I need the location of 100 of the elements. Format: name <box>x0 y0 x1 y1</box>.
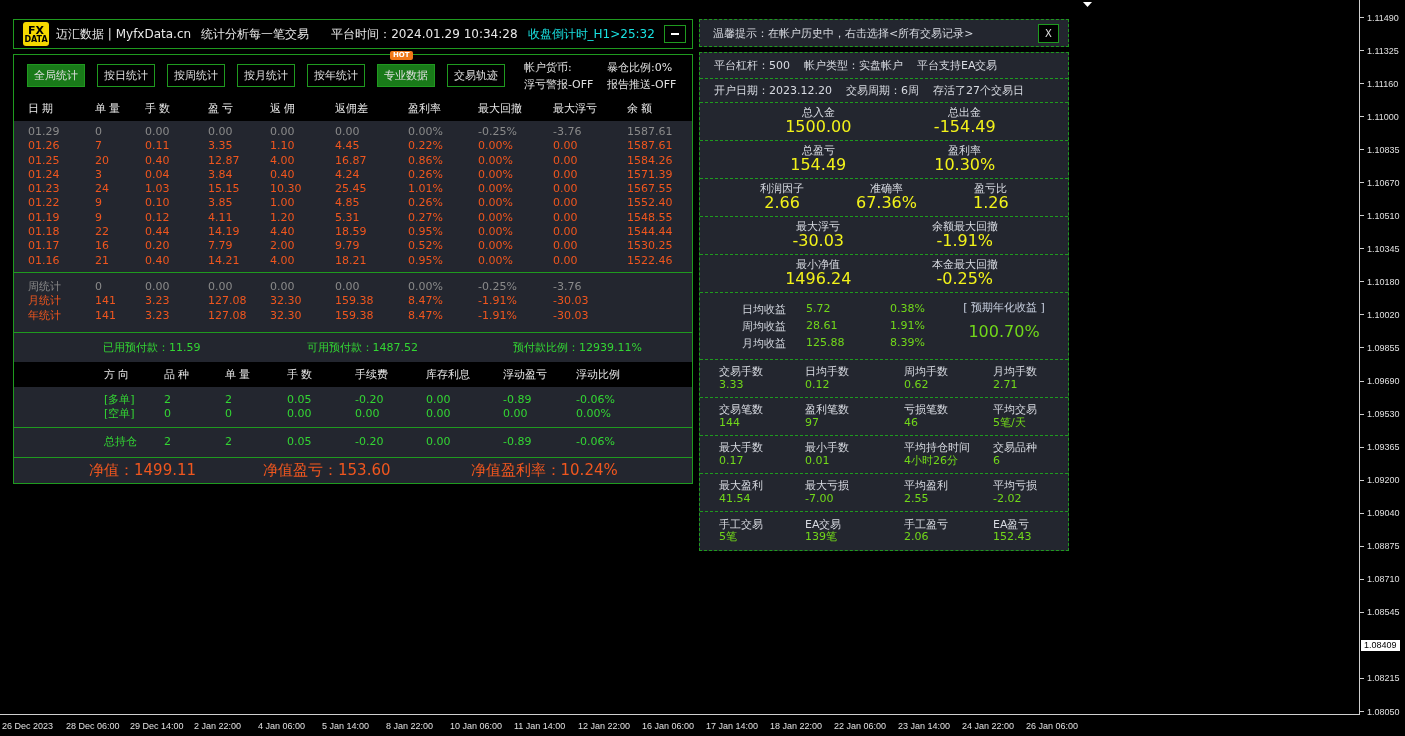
table-cell-text: 1548.55 <box>627 210 674 226</box>
table-cell-text: 0.40 <box>145 253 171 268</box>
price-label: 1.08875 <box>1367 541 1400 552</box>
table-cell-text: 2.00 <box>270 239 296 254</box>
stat-label: 最大亏损 <box>805 480 850 493</box>
table-cell-text: 0.52% <box>408 239 444 254</box>
table-cell-text: 0.00 <box>553 196 579 211</box>
price-label: 1.08215 <box>1367 673 1400 684</box>
price-label: 1.08050 <box>1367 706 1400 717</box>
time-label: 12 Jan 22:00 <box>578 720 632 731</box>
table-cell-text: 1.03 <box>145 182 171 197</box>
tab[interactable]: 按年统计 <box>307 64 365 87</box>
table-cell-text: 159.38 <box>335 294 375 309</box>
stat-label: 盈亏比 <box>974 183 1008 195</box>
table-cell-text: 0.00 <box>553 182 579 197</box>
info-text: 帐户类型：实盘帐户 <box>804 58 903 73</box>
time-label: 2 Jan 22:00 <box>194 720 243 731</box>
stat-label: 日均手数 <box>805 366 850 379</box>
price-label: 1.10020 <box>1367 309 1400 320</box>
table-cell-text: 4.00 <box>270 253 296 268</box>
table-cell-text: -3.76 <box>553 279 583 295</box>
equity-text: 净值：1499.11 <box>89 461 197 480</box>
time-label: 24 Jan 22:00 <box>962 720 1016 731</box>
table-cell-text: 4.11 <box>208 210 234 226</box>
stat-value: -154.49 <box>933 118 996 136</box>
table-cell-text: 9 <box>95 210 103 226</box>
table-cell-text: 127.08 <box>208 308 248 323</box>
table-cell-text: 3.23 <box>145 308 171 323</box>
stat-label: 周均收益 <box>741 318 786 334</box>
minimize-button[interactable] <box>664 25 686 43</box>
price-label: 1.10180 <box>1367 276 1400 287</box>
table-cell-text: 2 <box>225 435 233 450</box>
stat-label: 月均手数 <box>993 366 1038 379</box>
column-header: 方 向 <box>104 366 131 382</box>
table-cell-text: 0.00% <box>478 182 514 197</box>
table-cell-text: 14.21 <box>208 253 241 268</box>
table-cell-text: 1544.44 <box>627 225 674 240</box>
stat-label: 亏损笔数 <box>904 404 949 417</box>
stat-value: 2.55 <box>904 492 930 505</box>
table-cell-text: 月统计 <box>28 294 62 309</box>
stat-label: EA交易 <box>805 518 843 531</box>
stat-value: 4小时26分 <box>904 454 959 467</box>
tab[interactable]: 全局统计 <box>27 64 85 87</box>
table-cell-text: 01.23 <box>28 182 61 197</box>
table-cell-text: 0.00 <box>145 279 171 295</box>
stat-label: 本金最大回撤 <box>931 259 998 271</box>
table-cell-text: 1587.61 <box>627 139 674 154</box>
column-header: 浮动盈亏 <box>503 366 548 382</box>
table-cell-text: -0.06% <box>576 392 616 408</box>
table-cell-text: 01.19 <box>28 210 61 226</box>
table-cell-text: 0.22% <box>408 139 444 154</box>
table-cell-text: 0.40 <box>270 167 296 183</box>
table-cell-text: 01.18 <box>28 225 61 240</box>
stat-label: 交易笔数 <box>719 404 764 417</box>
table-cell-text: 3.23 <box>145 294 171 309</box>
stat-value: -1.91% <box>936 232 994 250</box>
table-cell-text: -0.89 <box>503 435 533 450</box>
stat-label: 交易品种 <box>993 442 1038 455</box>
tab[interactable]: 交易轨迹 <box>447 64 505 87</box>
table-cell-text: 0.00 <box>287 407 313 422</box>
table-cell-text: 21 <box>95 253 110 268</box>
table-cell-text: 2 <box>164 392 172 408</box>
table-cell-text: 0 <box>95 279 103 295</box>
tab[interactable]: 按周统计 <box>167 64 225 87</box>
column-header: 浮动比例 <box>576 366 621 382</box>
stat-label: 手工盈亏 <box>904 518 949 531</box>
info-text: 平台杠杆：500 <box>714 58 790 73</box>
table-cell-text: -30.03 <box>553 294 590 309</box>
table-cell-text: 0.00 <box>208 125 234 140</box>
table-cell-text: 0.00% <box>408 279 444 295</box>
equity-text: 净值盈亏：153.60 <box>263 461 391 480</box>
stat-label: 手工交易 <box>719 518 764 531</box>
table-cell-text: 0.00% <box>478 153 514 168</box>
slogan-text: 统计分析每一笔交易 <box>201 25 310 43</box>
stat-label: 周均手数 <box>904 366 949 379</box>
table-cell-text: -0.25% <box>478 279 518 295</box>
stat-value: 5.72 <box>805 301 832 317</box>
table-cell-text: 0.10 <box>145 196 171 211</box>
column-header: 手 数 <box>145 101 172 116</box>
price-label: 1.09690 <box>1367 376 1400 387</box>
stat-value: 2.71 <box>993 378 1019 391</box>
tab[interactable]: 按月统计 <box>237 64 295 87</box>
stat-value: 152.43 <box>993 531 1033 544</box>
time-label: 22 Jan 06:00 <box>834 720 888 731</box>
stat-label: 日均收益 <box>741 301 786 317</box>
table-cell-text: 0.00 <box>553 139 579 154</box>
table-cell-text: 0.00 <box>553 239 579 254</box>
table-cell-text: -0.20 <box>355 392 385 408</box>
stat-value: 0.38% <box>889 301 926 317</box>
table-cell-text: 0.95% <box>408 253 444 268</box>
tab[interactable]: 按日统计 <box>97 64 155 87</box>
stat-value: 46 <box>904 416 919 429</box>
table-cell-text: 141 <box>95 294 117 309</box>
table-cell-text: -0.25% <box>478 125 518 140</box>
stat-value: -7.00 <box>805 492 835 505</box>
stat-value: -30.03 <box>792 232 845 250</box>
tab[interactable]: 专业数据 <box>377 64 435 87</box>
column-header: 品 种 <box>164 366 191 382</box>
table-cell-text: 9.79 <box>335 239 361 254</box>
close-button[interactable]: X <box>1038 23 1059 43</box>
